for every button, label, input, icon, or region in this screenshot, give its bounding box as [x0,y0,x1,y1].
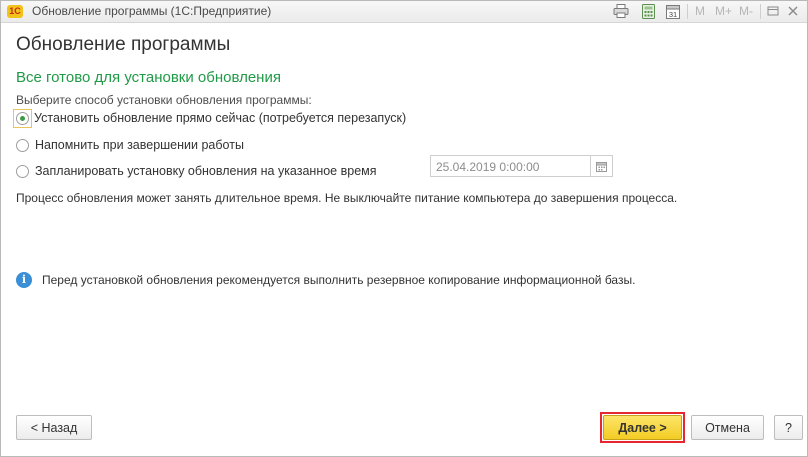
calendar-icon[interactable]: 31 [665,3,681,19]
app-logo-icon: 1С [7,5,23,18]
schedule-datetime-field[interactable]: 25.04.2019 0:00:00 [430,155,613,177]
calculator-icon[interactable] [640,3,656,19]
next-button[interactable]: Далее > [603,415,682,440]
calendar-picker-icon[interactable] [590,156,612,176]
info-message: i Перед установкой обновления рекомендуе… [16,271,635,289]
close-icon[interactable] [786,3,800,19]
back-button[interactable]: < Назад [16,415,92,440]
memory-button[interactable]: M [695,4,705,18]
prompt-label: Выберите способ установки обновления про… [16,93,312,107]
focus-frame [13,108,32,128]
page-title: Обновление программы [16,34,231,55]
calendar-day: 31 [669,10,677,19]
info-icon: i [16,272,32,288]
schedule-datetime-value: 25.04.2019 0:00:00 [436,160,540,174]
option-schedule-label: Запланировать установку обновления на ук… [35,164,377,178]
option-schedule[interactable]: Запланировать установку обновления на ук… [16,162,377,180]
section-title: Все готово для установки обновления [16,69,281,86]
radio-install-now[interactable] [16,111,29,125]
cancel-button[interactable]: Отмена [691,415,764,440]
option-install-now-label: Установить обновление прямо сейчас (потр… [34,111,407,125]
menu-icon[interactable] [766,3,780,19]
option-remind-on-exit-label: Напомнить при завершении работы [35,138,244,152]
help-button[interactable]: ? [774,415,803,440]
update-dialog: 1С Обновление программы (1С:Предприятие) [0,0,808,457]
window-title: Обновление программы (1С:Предприятие) [32,4,272,18]
radio-schedule[interactable] [16,164,29,178]
radio-remind-on-exit[interactable] [16,138,29,152]
title-bar: 1С Обновление программы (1С:Предприятие) [1,1,807,23]
memory-plus-button[interactable]: M+ [715,4,732,18]
info-text: Перед установкой обновления рекомендуетс… [42,273,636,287]
print-icon[interactable] [613,3,629,19]
option-install-now[interactable]: Установить обновление прямо сейчас (потр… [13,108,407,128]
option-remind-on-exit[interactable]: Напомнить при завершении работы [16,136,244,154]
toolbar-separator [687,4,688,19]
warning-note: Процесс обновления может занять длительн… [16,191,678,205]
memory-minus-button[interactable]: M- [739,4,753,18]
toolbar-separator [760,4,761,19]
